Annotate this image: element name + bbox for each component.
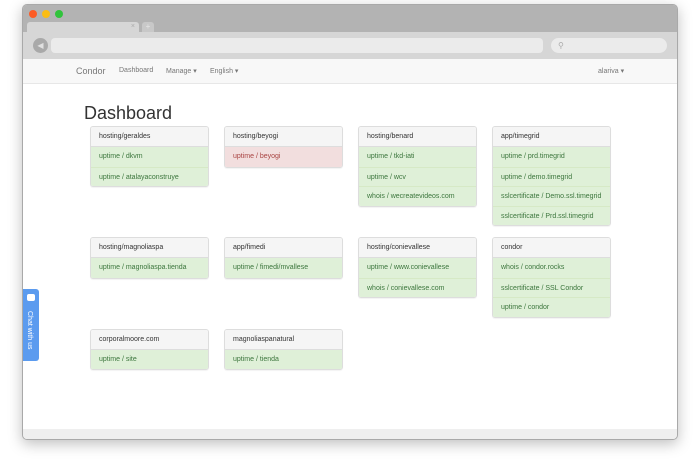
chat-with-us-button[interactable]: Chat with us xyxy=(23,289,39,361)
check-item-ok[interactable]: uptime / site xyxy=(91,349,208,369)
check-panel: hosting/benard uptime / tkd-iati uptime / … xyxy=(358,126,477,207)
check-item-ok[interactable]: whois / wecreatevideos.com xyxy=(359,186,476,206)
panel-title[interactable]: app/timegrid xyxy=(493,127,610,147)
check-item-ok[interactable]: uptime / wcv xyxy=(359,166,476,186)
navbar-brand[interactable]: Condor xyxy=(76,66,106,76)
panel-title[interactable]: hosting/magnoliaspa xyxy=(91,238,208,258)
panel-grid: hosting/geraldes uptime / dkvm uptime / at… xyxy=(90,126,611,381)
check-panel: app/timegrid uptime / prd.timegrid uptime … xyxy=(492,126,611,226)
search-input[interactable]: ⚲ xyxy=(551,38,667,53)
check-item-ok[interactable]: uptime / tkd-iati xyxy=(359,147,476,167)
nav-language-dropdown[interactable]: English ▾ xyxy=(210,67,238,75)
check-item-ok[interactable]: uptime / tienda xyxy=(225,349,342,369)
check-item-failing[interactable]: uptime / beyogi xyxy=(225,147,342,167)
address-bar-area: ◀ ⚲ xyxy=(23,32,677,59)
check-panel: corporalmoore.com uptime / site xyxy=(90,328,209,370)
chat-label: Chat with us xyxy=(26,311,33,350)
check-panel: magnoliaspanatural uptime / tienda xyxy=(224,328,343,370)
new-tab-button[interactable]: + xyxy=(142,22,154,32)
user-menu-dropdown[interactable]: alariva ▾ xyxy=(598,67,624,75)
minimize-window-button[interactable] xyxy=(42,10,50,18)
check-item-ok[interactable]: uptime / www.conievallese xyxy=(359,258,476,278)
check-panel: app/fimedi uptime / fimedi/mvallese xyxy=(224,237,343,279)
panel-title[interactable]: condor xyxy=(493,238,610,258)
panel-row: hosting/geraldes uptime / dkvm uptime / at… xyxy=(90,126,611,226)
check-item-ok[interactable]: sslcertificate / Prd.ssl.timegrid xyxy=(493,205,610,225)
check-panel: hosting/magnoliaspa uptime / magnoliaspa.… xyxy=(90,237,209,279)
nav-manage-dropdown[interactable]: Manage ▾ xyxy=(166,67,197,75)
page-title: Dashboard xyxy=(84,103,173,123)
title-bar: × + xyxy=(23,5,677,32)
check-item-ok[interactable]: uptime / atalayaconstruye xyxy=(91,166,208,186)
check-item-ok[interactable]: uptime / dkvm xyxy=(91,147,208,167)
panel-title[interactable]: hosting/beyogi xyxy=(225,127,342,147)
url-input[interactable] xyxy=(51,38,543,53)
check-item-ok[interactable]: whois / condor.rocks xyxy=(493,258,610,278)
search-icon: ⚲ xyxy=(558,41,564,50)
window-bottom-bar xyxy=(23,429,677,439)
check-item-ok[interactable]: uptime / magnoliaspa.tienda xyxy=(91,258,208,278)
check-panel: hosting/geraldes uptime / dkvm uptime / at… xyxy=(90,126,209,187)
panel-title[interactable]: hosting/conievallese xyxy=(359,238,476,258)
panel-title[interactable]: app/fimedi xyxy=(225,238,342,258)
browser-window: × + ◀ ⚲ Condor Dashboard Manage ▾ Englis… xyxy=(22,4,678,440)
navbar: Condor Dashboard Manage ▾ English ▾ alar… xyxy=(23,59,677,84)
panel-title[interactable]: corporalmoore.com xyxy=(91,329,208,350)
main-content: Dashboard hosting/geraldes uptime / dkvm u… xyxy=(23,84,677,429)
check-item-ok[interactable]: uptime / fimedi/mvallese xyxy=(225,258,342,278)
tab-close-icon[interactable]: × xyxy=(131,23,135,30)
check-panel: condor whois / condor.rocks sslcertificate… xyxy=(492,237,611,318)
nav-dashboard[interactable]: Dashboard xyxy=(119,67,153,74)
check-item-ok[interactable]: whois / conievallese.com xyxy=(359,277,476,297)
close-window-button[interactable] xyxy=(29,10,37,18)
chat-icon xyxy=(27,294,35,301)
check-panel: hosting/conievallese uptime / www.conieva… xyxy=(358,237,477,298)
check-item-ok[interactable]: uptime / demo.timegrid xyxy=(493,166,610,186)
check-panel: hosting/beyogi uptime / beyogi xyxy=(224,126,343,168)
panel-title[interactable]: hosting/benard xyxy=(359,127,476,147)
back-button[interactable]: ◀ xyxy=(33,38,48,53)
check-item-ok[interactable]: sslcertificate / SSL Condor xyxy=(493,277,610,297)
browser-tab[interactable]: × xyxy=(27,22,139,32)
panel-row: corporalmoore.com uptime / site magnoliasp… xyxy=(90,328,611,370)
panel-row: hosting/magnoliaspa uptime / magnoliaspa.… xyxy=(90,237,611,318)
check-item-ok[interactable]: uptime / condor xyxy=(493,297,610,317)
check-item-ok[interactable]: sslcertificate / Demo.ssl.timegrid xyxy=(493,186,610,206)
maximize-window-button[interactable] xyxy=(55,10,63,18)
panel-title[interactable]: magnoliaspanatural xyxy=(225,329,342,350)
panel-title[interactable]: hosting/geraldes xyxy=(91,127,208,147)
check-item-ok[interactable]: uptime / prd.timegrid xyxy=(493,147,610,167)
